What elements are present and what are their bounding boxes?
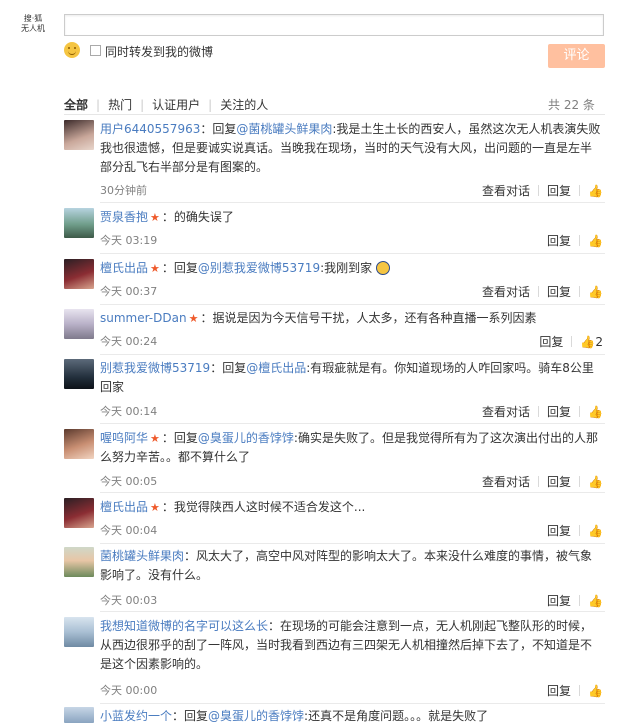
comment-actions: 查看对话 回复 👍 — [482, 473, 603, 490]
comment-time: 今天 03:19 — [100, 234, 158, 247]
divider — [100, 253, 605, 254]
vip-badge-icon: ★ — [150, 211, 160, 224]
thumbs-up-icon[interactable]: 👍 — [588, 524, 603, 538]
mention-link[interactable]: @臭蛋儿的香饽饽 — [198, 431, 294, 445]
submit-comment-button[interactable]: 评论 — [548, 44, 605, 68]
comment-actions: 回复 👍2 — [539, 333, 603, 350]
commenter-name[interactable]: 喔呜阿华 — [100, 431, 148, 445]
reply-button[interactable]: 回复 — [547, 184, 571, 198]
avatar[interactable] — [64, 359, 94, 389]
comment-actions: 回复 👍 — [547, 592, 603, 609]
reply-button[interactable]: 回复 — [547, 234, 571, 248]
avatar[interactable] — [64, 208, 94, 238]
avatar[interactable] — [64, 309, 94, 339]
thumbs-up-icon[interactable]: 👍 — [580, 335, 595, 349]
thumbs-up-icon[interactable]: 👍 — [588, 405, 603, 419]
reply-button[interactable]: 回复 — [547, 405, 571, 419]
commenter-name[interactable]: 贾泉香抱 — [100, 210, 148, 224]
reply-button[interactable]: 回复 — [547, 524, 571, 538]
tab-verified[interactable]: 认证用户 — [152, 98, 200, 112]
emoji-face-icon — [375, 261, 390, 275]
comment-time: 今天 00:04 — [100, 524, 158, 537]
vip-badge-icon: ★ — [150, 432, 160, 445]
mention-link[interactable]: @檀氏出品 — [246, 361, 306, 375]
reply-button[interactable]: 回复 — [547, 475, 571, 489]
commenter-name[interactable]: 别惹我爱微博53719 — [100, 361, 210, 375]
commenter-name[interactable]: 檀氏出品 — [100, 500, 148, 514]
comment-actions: 回复 👍 — [547, 522, 603, 539]
divider — [100, 304, 605, 305]
divider — [100, 202, 605, 203]
divider — [100, 423, 605, 424]
tab-hot[interactable]: 热门 — [108, 98, 132, 112]
repost-label: 同时转发到我的微博 — [105, 45, 214, 59]
commenter-name[interactable]: 小蓝发约一个 — [100, 709, 172, 723]
avatar[interactable] — [64, 429, 94, 459]
avatar[interactable] — [64, 259, 94, 289]
vip-badge-icon: ★ — [150, 501, 160, 514]
comment-count: 共 22 条 — [548, 98, 595, 112]
comment-time: 30分钟前 — [100, 184, 147, 197]
thumbs-up-icon[interactable]: 👍 — [588, 684, 603, 698]
commenter-name[interactable]: summer-DDan — [100, 311, 187, 325]
like-count: 2 — [595, 335, 603, 349]
tab-following[interactable]: 关注的人 — [220, 98, 268, 112]
divider — [64, 114, 605, 115]
divider — [100, 703, 605, 704]
comment-text: :还真不是角度问题。。。就是失败了 — [304, 709, 489, 723]
commenter-name[interactable]: 檀氏出品 — [100, 261, 148, 275]
avatar[interactable] — [64, 120, 94, 150]
thumbs-up-icon[interactable]: 👍 — [588, 594, 603, 608]
vip-badge-icon: ★ — [150, 262, 160, 275]
repost-checkbox[interactable] — [90, 45, 101, 56]
view-conversation-link[interactable]: 查看对话 — [482, 285, 530, 299]
thumbs-up-icon[interactable]: 👍 — [588, 475, 603, 489]
divider — [100, 354, 605, 355]
site-logo: 搜·狐 无人机 — [21, 14, 45, 33]
comment-time: 今天 00:00 — [100, 684, 158, 697]
reply-button[interactable]: 回复 — [547, 285, 571, 299]
vip-badge-icon: ★ — [188, 312, 199, 325]
mention-link[interactable]: @臭蛋儿的香饽饽 — [208, 709, 304, 723]
comment-time: 今天 00:14 — [100, 405, 158, 418]
divider — [100, 611, 605, 612]
comment-filter-tabs: 全部 | 热门 | 认证用户 | 关注的人 — [64, 98, 269, 112]
divider — [100, 492, 605, 493]
commenter-name[interactable]: 我想知道微博的名字可以这么长 — [100, 619, 268, 633]
thumbs-up-icon[interactable]: 👍 — [588, 285, 603, 299]
view-conversation-link[interactable]: 查看对话 — [482, 405, 530, 419]
divider — [100, 543, 605, 544]
tab-all[interactable]: 全部 — [64, 98, 88, 112]
comment-text: ：据说是因为今天信号干扰，人太多，还有各种直播一系列因素 — [200, 311, 537, 325]
comment-time: 今天 00:24 — [100, 335, 158, 348]
view-conversation-link[interactable]: 查看对话 — [482, 184, 530, 198]
comment-input[interactable] — [64, 14, 604, 36]
comment-text: ：我觉得陕西人这时候不适合发这个... — [161, 500, 366, 514]
comment-text: ：的确失误了 — [161, 210, 234, 224]
comment-time: 今天 00:37 — [100, 285, 158, 298]
mention-link[interactable]: @别惹我爱微博53719 — [198, 261, 320, 275]
commenter-name[interactable]: 菌桃罐头鲜果肉 — [100, 549, 184, 563]
avatar[interactable] — [64, 498, 94, 528]
reply-button[interactable]: 回复 — [547, 594, 571, 608]
comment-actions: 查看对话 回复 👍 — [482, 182, 603, 199]
comment-actions: 回复 👍 — [547, 682, 603, 699]
avatar[interactable] — [64, 547, 94, 577]
comment-actions: 查看对话 回复 👍 — [482, 403, 603, 420]
reply-button[interactable]: 回复 — [547, 684, 571, 698]
mention-link[interactable]: @菌桃罐头鲜果肉 — [236, 122, 332, 136]
emoji-icon[interactable] — [64, 42, 80, 58]
avatar[interactable] — [64, 707, 94, 723]
thumbs-up-icon[interactable]: 👍 — [588, 234, 603, 248]
comment-actions: 查看对话 回复 👍 — [482, 283, 603, 300]
commenter-name[interactable]: 用户6440557963 — [100, 122, 200, 136]
comment-text: :我刚到家 — [320, 261, 373, 275]
view-conversation-link[interactable]: 查看对话 — [482, 475, 530, 489]
reply-button[interactable]: 回复 — [539, 335, 563, 349]
avatar[interactable] — [64, 617, 94, 647]
comment-time: 今天 00:03 — [100, 594, 158, 607]
comment-time: 今天 00:05 — [100, 475, 158, 488]
thumbs-up-icon[interactable]: 👍 — [588, 184, 603, 198]
comment-actions: 回复 👍 — [547, 232, 603, 249]
